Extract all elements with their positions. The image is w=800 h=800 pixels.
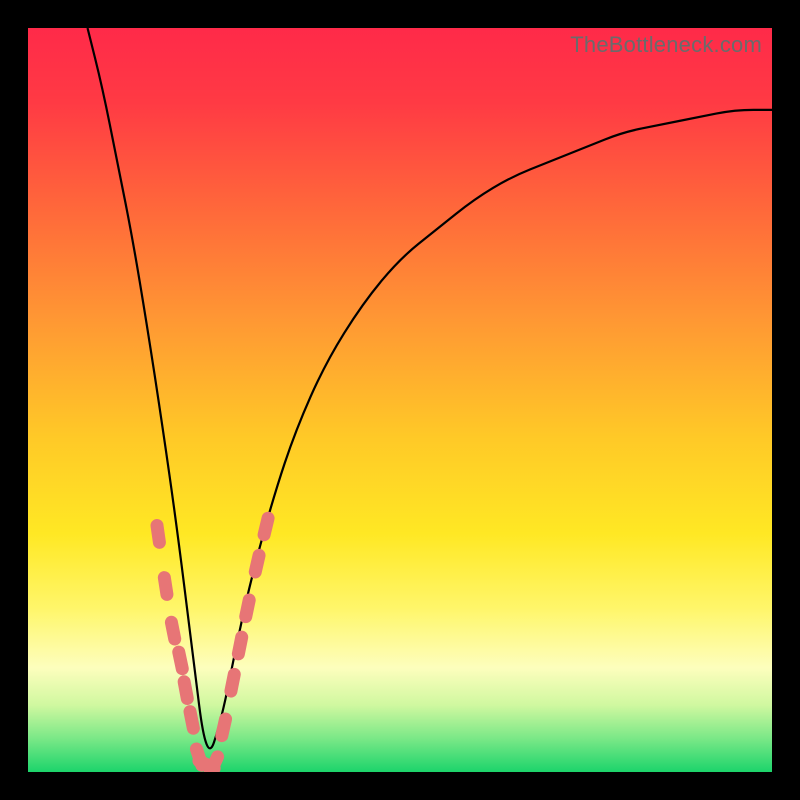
chart-frame: TheBottleneck.com [0,0,800,800]
watermark-text: TheBottleneck.com [570,32,762,58]
plot-area: TheBottleneck.com [28,28,772,772]
plot-svg [28,28,772,772]
background-gradient [28,28,772,772]
